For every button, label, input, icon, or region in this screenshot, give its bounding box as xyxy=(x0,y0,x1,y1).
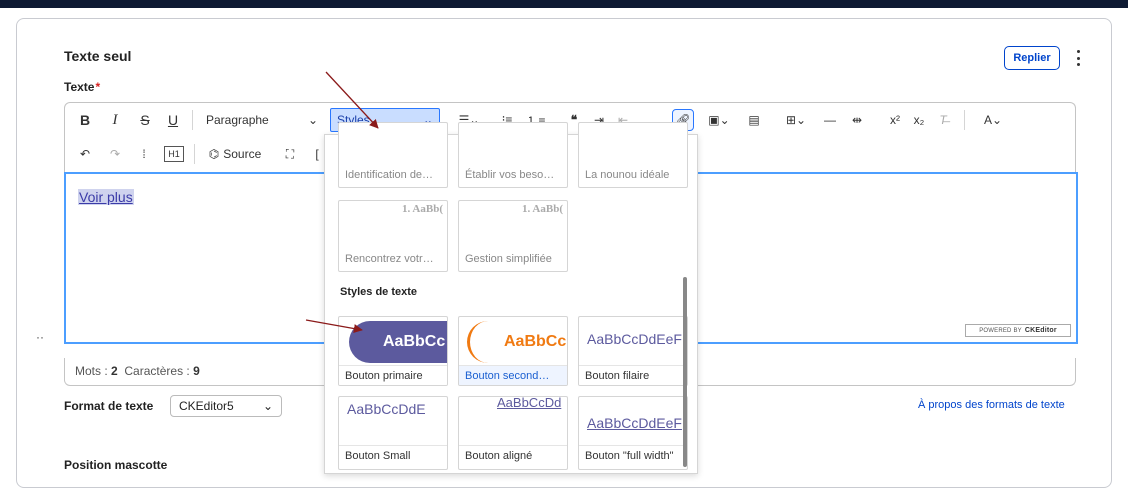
annotation-arrows xyxy=(305,71,379,334)
annotation-arrow-primary xyxy=(305,319,363,334)
annotation-arrow-styles xyxy=(325,71,379,129)
